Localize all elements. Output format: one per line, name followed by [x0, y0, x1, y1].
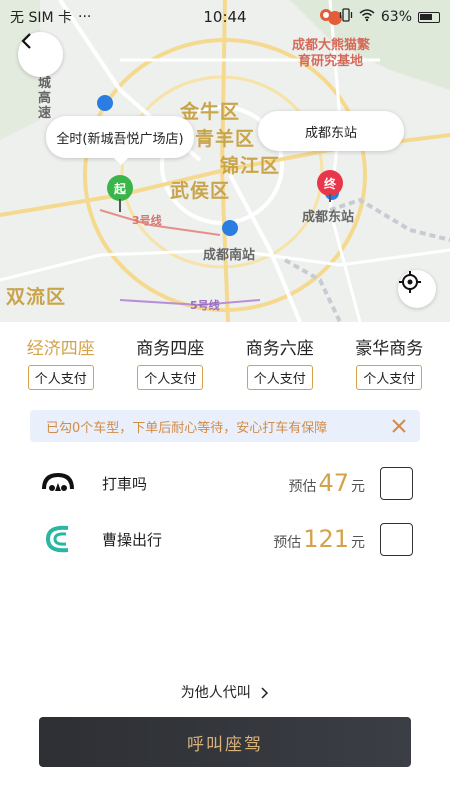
notice-text: 已勾0个车型，下单后耐心等待，安心打车有保障	[46, 420, 328, 436]
car-class-tabs: 经济四座 个人支付 商务四座 个人支付 商务六座 个人支付 豪华商务 个人支付	[0, 326, 450, 398]
caocao-logo-icon	[38, 519, 78, 559]
end-pin-stem	[329, 194, 331, 202]
close-icon	[392, 419, 406, 433]
battery-percent: 63%	[380, 9, 412, 25]
map-view[interactable]: 金牛区 青羊区 锦江区 武侯区 双流区 城 高 速 成都大熊猫繁 育研究基地 成…	[0, 0, 450, 322]
chevron-left-icon	[21, 33, 31, 49]
status-bar: 无 SIM 卡 ··· 10:44 63%	[0, 0, 450, 34]
start-location-bubble[interactable]: 全时(新城吾悦广场店)	[46, 116, 194, 165]
price-value: 121	[303, 525, 349, 553]
car-class-tab-economy-4[interactable]: 经济四座 个人支付	[8, 326, 113, 398]
app-icon	[319, 8, 333, 26]
start-location-text: 全时(新城吾悦广场店)	[56, 131, 184, 147]
call-for-others-link[interactable]: 为他人代叫	[0, 682, 450, 702]
back-button[interactable]	[18, 32, 63, 77]
more-notifications-text: ···	[78, 9, 92, 25]
car-class-tab-business-4[interactable]: 商务四座 个人支付	[118, 326, 223, 398]
car-class-tab-luxury[interactable]: 豪华商务 个人支付	[337, 326, 442, 398]
end-pin-icon: 终	[317, 170, 343, 196]
call-for-others-text: 为他人代叫	[180, 685, 251, 701]
map-label-shuangliu: 双流区	[6, 286, 67, 308]
crosshair-icon	[399, 271, 421, 293]
map-label-panda-base-2: 育研究基地	[298, 54, 364, 69]
map-label-jinniu: 金牛区	[180, 101, 241, 123]
price-unit: 元	[351, 535, 365, 551]
payment-tag[interactable]: 个人支付	[246, 365, 313, 390]
car-class-name: 商务四座	[136, 339, 205, 359]
provider-row-caocao[interactable]: 曹操出行 预估 121 元	[0, 512, 450, 566]
map-label-wuhou: 武侯区	[170, 180, 231, 202]
vibrate-icon	[339, 8, 353, 26]
end-location-bubble[interactable]: 成都东站	[258, 111, 404, 151]
price-value: 47	[318, 469, 349, 497]
payment-tag[interactable]: 个人支付	[137, 365, 204, 390]
provider-name: 打車吗	[102, 474, 148, 493]
battery-icon	[418, 11, 440, 23]
map-label-qingyang: 青羊区	[195, 128, 256, 150]
price-unit: 元	[351, 479, 365, 495]
price-prefix: 预估	[273, 535, 302, 551]
call-car-button-label: 呼叫座驾	[187, 734, 263, 755]
provider-checkbox[interactable]	[380, 466, 413, 500]
end-location-text: 成都东站	[304, 125, 357, 141]
chevron-right-icon	[261, 687, 269, 699]
map-label-jinjiang: 锦江区	[220, 155, 281, 177]
map-label-line-5: 5号线	[190, 299, 220, 312]
car-class-name: 经济四座	[26, 339, 95, 359]
start-pin-stem	[119, 199, 121, 212]
map-label-su: 速	[38, 106, 52, 121]
provider-price: 预估 47 元	[288, 469, 365, 497]
car-class-tab-business-6[interactable]: 商务六座 个人支付	[227, 326, 332, 398]
provider-price: 预估 121 元	[273, 525, 365, 553]
map-label-line-3: 3号线	[132, 214, 162, 227]
provider-name: 曹操出行	[102, 530, 163, 549]
call-car-button[interactable]: 呼叫座驾	[39, 717, 411, 767]
dachema-logo-icon	[38, 463, 78, 503]
notice-banner: 已勾0个车型，下单后耐心等待，安心打车有保障	[30, 410, 420, 442]
car-class-name: 豪华商务	[355, 339, 424, 359]
payment-tag[interactable]: 个人支付	[356, 365, 423, 390]
map-label-chengdu-south: 成都南站	[203, 248, 256, 263]
notice-close-button[interactable]	[390, 417, 408, 435]
car-class-name: 商务六座	[245, 339, 314, 359]
provider-checkbox[interactable]	[380, 522, 413, 556]
carrier-text: 无 SIM 卡	[10, 10, 72, 26]
payment-tag[interactable]: 个人支付	[27, 365, 94, 390]
provider-row-dachema[interactable]: 打車吗 预估 47 元	[0, 456, 450, 510]
locate-button[interactable]	[398, 270, 436, 308]
wifi-icon	[359, 8, 375, 26]
map-label-chengdu-east: 成都东站	[302, 210, 355, 225]
price-prefix: 预估	[288, 479, 317, 495]
start-pin-icon: 起	[107, 175, 133, 201]
